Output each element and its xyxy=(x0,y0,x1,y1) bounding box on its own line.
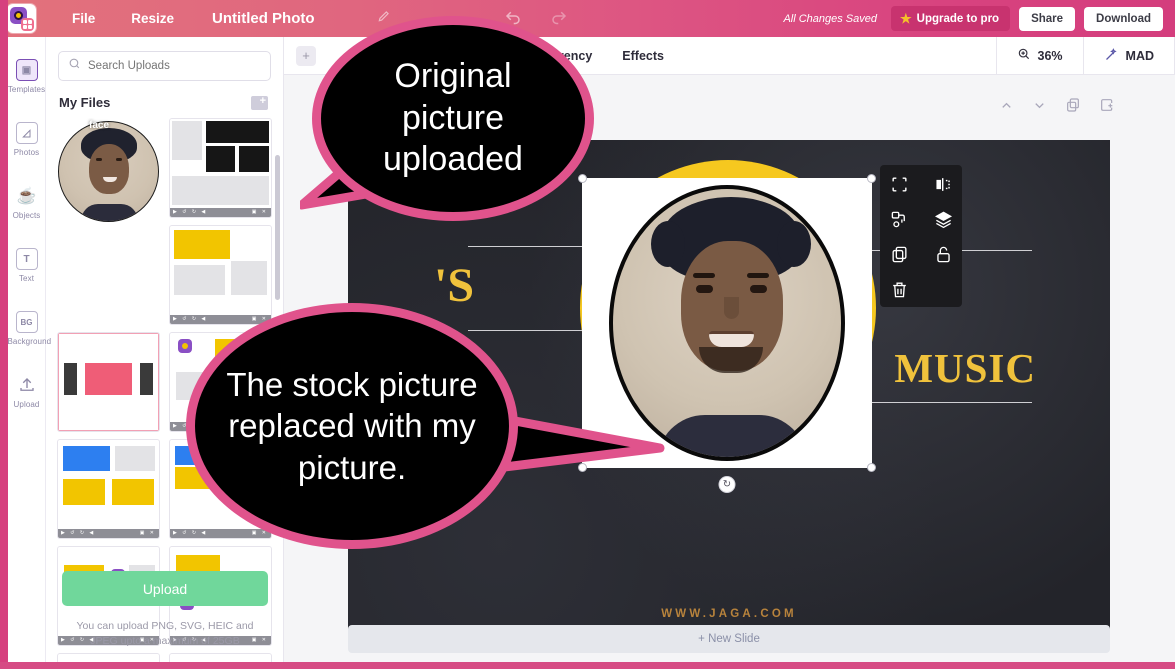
move-up-icon[interactable] xyxy=(999,98,1014,118)
zoom-control[interactable]: 36% xyxy=(995,36,1083,75)
artboard-headline-music: MUSIC xyxy=(894,345,1036,391)
new-slide-button[interactable]: + New Slide xyxy=(348,625,1110,653)
duplicate-icon[interactable] xyxy=(890,245,909,264)
upload-note: You can upload PNG, SVG, HEIC and JPEG u… xyxy=(76,619,254,648)
resize-handle-tr[interactable] xyxy=(867,174,876,183)
share-button[interactable]: Share xyxy=(1019,6,1076,31)
objects-icon: ☕ xyxy=(16,188,37,205)
thumbnail-face[interactable]: face xyxy=(57,118,160,225)
panel-scrollbar[interactable] xyxy=(275,155,280,300)
sidebar-item-background[interactable]: BG Background xyxy=(7,311,52,346)
camera-logo-icon[interactable] xyxy=(7,4,36,33)
save-status: All Changes Saved xyxy=(783,12,877,25)
delete-icon[interactable] xyxy=(890,280,909,299)
photos-icon: ◿ xyxy=(15,122,38,144)
duplicate-slide-icon[interactable] xyxy=(1065,97,1081,118)
search-icon xyxy=(68,57,81,75)
templates-icon: ▣ xyxy=(15,59,38,81)
sidebar-item-label: Background xyxy=(7,337,52,346)
my-files-title: My Files xyxy=(59,95,111,110)
upgrade-to-pro-button[interactable]: ★ Upgrade to pro xyxy=(891,6,1011,31)
upload-button[interactable]: Upload xyxy=(62,571,268,606)
download-button[interactable]: Download xyxy=(1084,6,1163,31)
move-down-icon[interactable] xyxy=(1032,98,1047,118)
tab-effects[interactable]: Effects xyxy=(622,49,664,63)
menu-resize[interactable]: Resize xyxy=(131,11,174,26)
sidebar-item-label: Objects xyxy=(12,211,41,220)
sidebar-item-photos[interactable]: ◿ Photos xyxy=(8,122,46,157)
upload-icon xyxy=(16,374,38,396)
thumbnail-red-template[interactable] xyxy=(57,332,160,432)
bottom-pink-rail xyxy=(0,662,1175,669)
image-context-toolbar xyxy=(880,165,962,307)
sidebar-item-objects[interactable]: ☕ Objects xyxy=(8,185,46,220)
search-input[interactable] xyxy=(88,60,261,72)
sidebar-item-label: Text xyxy=(18,274,35,283)
slide-tools xyxy=(999,97,1115,118)
zoom-level: 36% xyxy=(1037,48,1063,63)
face-thumbnail-image xyxy=(58,121,159,222)
unlock-icon[interactable] xyxy=(934,245,953,264)
menu-file[interactable]: File xyxy=(72,11,95,26)
callout-text: The stock picture replaced with my pictu… xyxy=(186,303,518,549)
search-wrapper xyxy=(46,37,283,81)
rotate-handle-icon[interactable]: ↻ xyxy=(718,476,736,493)
mad-button[interactable]: MAD xyxy=(1082,36,1175,75)
photo-editor-app: File Resize Untitled Photo All Changes S… xyxy=(0,0,1175,669)
sidebar-item-label: Upload xyxy=(13,400,40,409)
sidebar-item-templates[interactable]: ▣ Templates xyxy=(8,59,46,94)
sidebar-item-label: Photos xyxy=(13,148,40,157)
upgrade-label: Upgrade to pro xyxy=(916,12,1000,25)
callout-text: Original picture uploaded xyxy=(312,16,594,221)
new-folder-icon[interactable] xyxy=(251,94,268,110)
add-slide-icon[interactable] xyxy=(1099,97,1115,118)
thumbnail-screenshot[interactable] xyxy=(169,118,272,218)
resize-handle-br[interactable] xyxy=(867,463,876,472)
sidebar-item-text[interactable]: T Text xyxy=(8,248,46,283)
document-title[interactable]: Untitled Photo xyxy=(212,10,314,27)
search-box[interactable] xyxy=(58,51,271,81)
callout-original-picture: Original picture uploaded xyxy=(312,16,594,221)
crop-icon[interactable] xyxy=(890,175,909,194)
mad-label: MAD xyxy=(1125,48,1154,63)
layers-icon[interactable] xyxy=(934,210,953,229)
star-icon: ★ xyxy=(900,11,912,26)
text-icon: T xyxy=(15,248,38,270)
sidebar-item-label: Templates xyxy=(7,85,46,94)
my-files-row: My Files xyxy=(46,81,283,118)
sidebar-item-upload[interactable]: Upload xyxy=(8,374,46,409)
magic-wand-icon xyxy=(1104,47,1119,65)
background-icon: BG xyxy=(15,311,38,333)
toolbar-right-group: 36% MAD xyxy=(995,36,1175,75)
mask-shape-icon[interactable] xyxy=(890,210,909,229)
callout-replaced-picture: The stock picture replaced with my pictu… xyxy=(186,303,518,549)
artboard-url: WWW.JAGA.COM xyxy=(661,608,797,620)
thumbnail-screenshot[interactable] xyxy=(57,439,160,539)
zoom-icon xyxy=(1017,47,1031,64)
thumbnail-label: face xyxy=(89,120,110,131)
left-sidebar: ▣ Templates ◿ Photos ☕ Objects T Text BG… xyxy=(7,37,52,669)
flip-icon[interactable] xyxy=(934,175,953,194)
left-pink-rail xyxy=(0,0,8,669)
